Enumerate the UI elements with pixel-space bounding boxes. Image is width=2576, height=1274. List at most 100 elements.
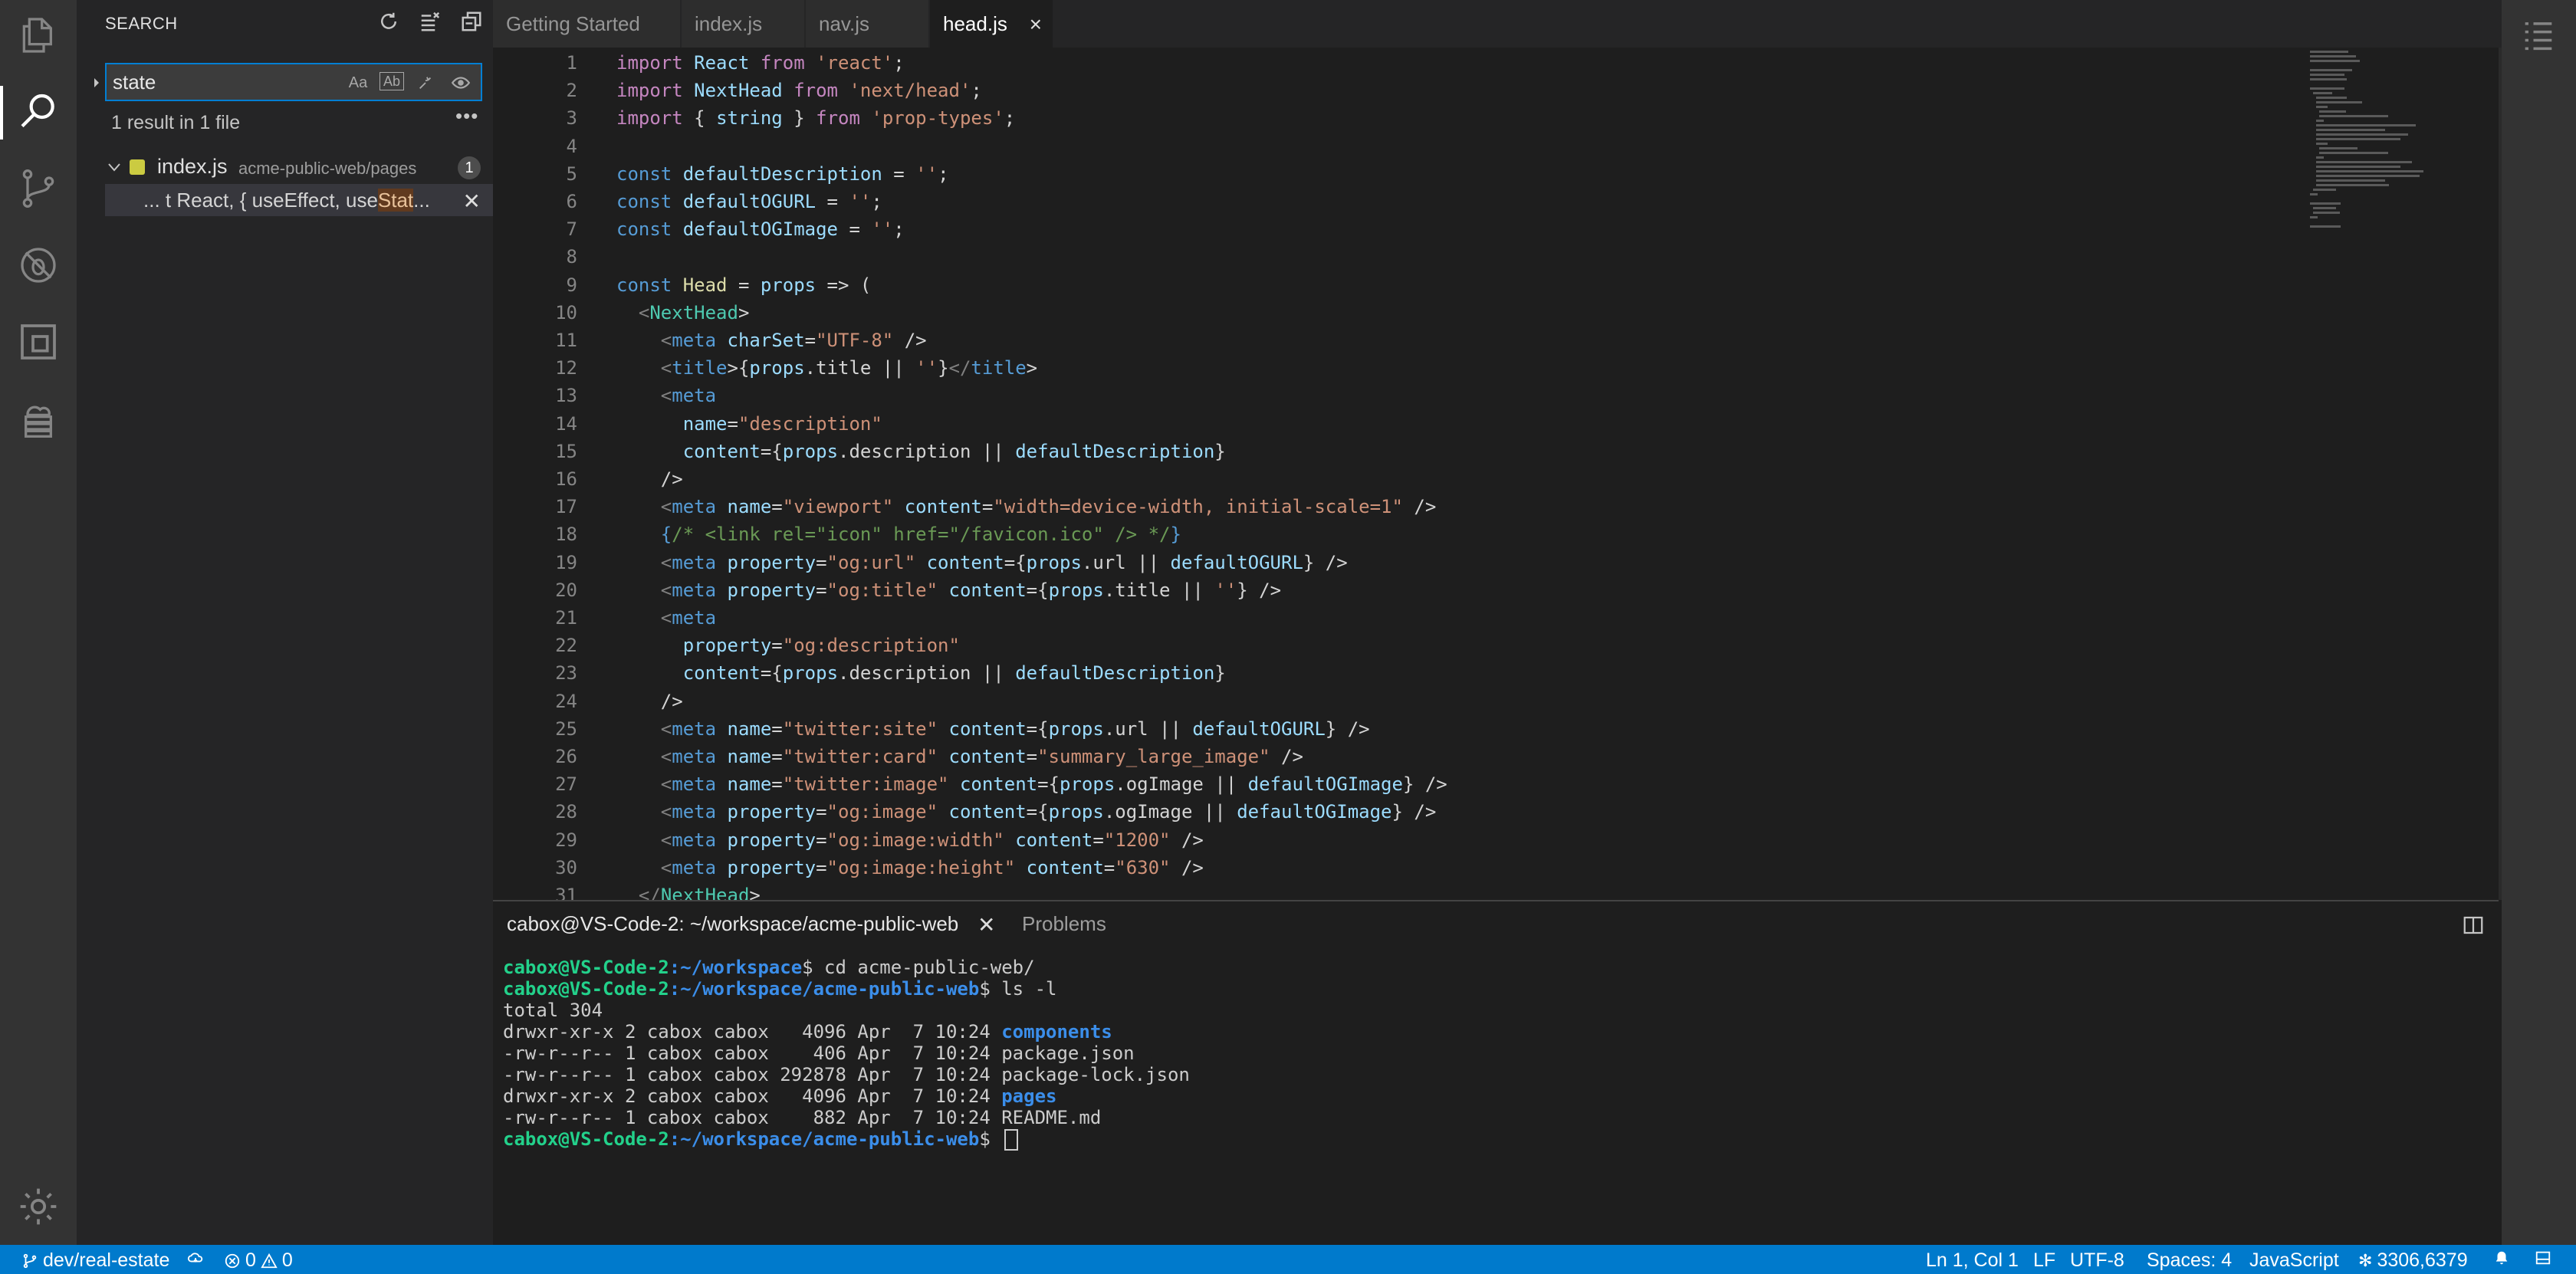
- code-text: <meta name="twitter:image" content={prop…: [660, 773, 1447, 796]
- dismiss-match-icon[interactable]: ✕: [463, 189, 481, 214]
- sync-indicator[interactable]: [187, 1249, 204, 1266]
- code-line[interactable]: 2 import NextHead from 'next/head';: [493, 77, 2486, 104]
- code-line[interactable]: 18 {/* <link rel="icon" href="/favicon.i…: [493, 520, 2486, 548]
- code-line[interactable]: 23 content={props.description || default…: [493, 659, 2486, 687]
- indentation[interactable]: Spaces: 4: [2147, 1249, 2232, 1272]
- match-whole-word-icon[interactable]: Ab: [380, 72, 404, 90]
- code-line[interactable]: 25 <meta name="twitter:site" content={pr…: [493, 715, 2486, 743]
- clear-results-icon[interactable]: [415, 6, 445, 37]
- refresh-icon[interactable]: [373, 6, 404, 37]
- close-terminal-tab-icon[interactable]: ✕: [978, 912, 995, 937]
- encoding[interactable]: UTF-8: [2070, 1249, 2124, 1272]
- result-file-row[interactable]: index.js acme-public-web/pages 1: [105, 152, 493, 182]
- files-icon[interactable]: [15, 12, 61, 58]
- tab-head-js[interactable]: head.js ×: [930, 0, 1053, 48]
- code-line[interactable]: 22 property="og:description": [493, 632, 2486, 659]
- port-indicator[interactable]: ✻ 3306,6379: [2358, 1249, 2468, 1272]
- code-line[interactable]: 9 const Head = props => (: [493, 271, 2486, 299]
- tab-index-js[interactable]: index.js: [682, 0, 804, 48]
- extensions-icon[interactable]: [15, 319, 61, 365]
- code-line[interactable]: 26 <meta name="twitter:card" content="su…: [493, 743, 2486, 770]
- outline-list-icon[interactable]: [2518, 15, 2558, 55]
- code-line[interactable]: 24 />: [493, 688, 2486, 715]
- code-line[interactable]: 29 <meta property="og:image:width" conte…: [493, 826, 2486, 854]
- code-line[interactable]: 20 <meta property="og:title" content={pr…: [493, 576, 2486, 604]
- code-text: <meta property="og:image" content={props…: [660, 801, 1437, 823]
- toggle-panel-icon[interactable]: [2535, 1249, 2551, 1266]
- code-line[interactable]: 8: [493, 243, 2486, 271]
- code-line[interactable]: 13 <meta: [493, 382, 2486, 409]
- match-text: ... t React, { useEffect, useStat...: [143, 189, 430, 212]
- branch-indicator[interactable]: dev/real-estate: [21, 1249, 169, 1272]
- split-terminal-icon[interactable]: [2462, 914, 2485, 937]
- terminal-panel: cabox@VS-Code-2: ~/workspace/acme-public…: [493, 900, 2499, 1245]
- code-line[interactable]: 16 />: [493, 465, 2486, 493]
- code-line[interactable]: 5 const defaultDescription = '';: [493, 160, 2486, 188]
- cursor-position[interactable]: Ln 1, Col 1: [1926, 1249, 2019, 1272]
- tab-problems[interactable]: Problems: [1022, 912, 1106, 936]
- notifications-bell-icon[interactable]: [2493, 1249, 2510, 1266]
- terminal-line[interactable]: cabox@VS-Code-2:~/workspace/acme-public-…: [503, 1128, 1019, 1151]
- match-case-icon[interactable]: Aa: [344, 72, 372, 94]
- code-line[interactable]: 3 import { string } from 'prop-types';: [493, 104, 2486, 132]
- code-line[interactable]: 15 content={props.description || default…: [493, 438, 2486, 465]
- toggle-replace-chevron-icon[interactable]: [87, 74, 106, 92]
- tab-label: head.js: [943, 11, 1007, 35]
- code-line[interactable]: 30 <meta property="og:image:height" cont…: [493, 854, 2486, 882]
- code-line[interactable]: 1 import React from 'react';: [493, 49, 2486, 77]
- close-tab-icon[interactable]: ×: [1030, 12, 1042, 37]
- language-mode[interactable]: JavaScript: [2249, 1249, 2339, 1272]
- line-number: 19: [555, 551, 577, 573]
- code-line[interactable]: 10 <NextHead>: [493, 299, 2486, 327]
- terminal-cursor: [1004, 1129, 1019, 1151]
- line-number: 1: [566, 52, 577, 74]
- remote-explorer-icon[interactable]: [15, 396, 61, 442]
- code-text: const Head = props => (: [616, 274, 872, 296]
- command: $: [979, 1128, 1002, 1150]
- chevron-down-icon[interactable]: [105, 158, 123, 176]
- code-text: content={props.description || defaultDes…: [682, 440, 1226, 462]
- code-line[interactable]: 21 <meta: [493, 604, 2486, 632]
- code-line[interactable]: 4: [493, 133, 2486, 160]
- source-control-icon[interactable]: [15, 166, 61, 212]
- code-line[interactable]: 27 <meta name="twitter:image" content={p…: [493, 770, 2486, 798]
- code-text: <meta property="og:title" content={props…: [660, 579, 1282, 601]
- tab-nav-js[interactable]: nav.js: [806, 0, 928, 48]
- search-input[interactable]: [113, 71, 335, 94]
- listing-meta: -rw-r--r-- 1 cabox cabox 406 Apr 7 10:24: [503, 1043, 1002, 1064]
- use-regex-icon[interactable]: [412, 72, 439, 94]
- code-line[interactable]: 17 <meta name="viewport" content="width=…: [493, 493, 2486, 520]
- result-count-badge: 1: [458, 156, 481, 179]
- code-line[interactable]: 6 const defaultOGURL = '';: [493, 188, 2486, 215]
- code-line[interactable]: 12 <title>{props.title || ''}</title>: [493, 354, 2486, 382]
- preserve-view-eye-icon[interactable]: [447, 72, 475, 94]
- collapse-all-icon[interactable]: [456, 6, 487, 37]
- status-bar: dev/real-estate 0 0 Ln 1, Col 1 LF UTF-8…: [0, 1245, 2576, 1274]
- coords-text: 3306,6379: [2377, 1249, 2468, 1271]
- debug-icon[interactable]: [15, 242, 61, 288]
- search-icon[interactable]: [15, 89, 61, 135]
- code-text: import NextHead from 'next/head';: [616, 80, 982, 102]
- code-line[interactable]: 14 name="description": [493, 410, 2486, 438]
- code-line[interactable]: 7 const defaultOGImage = '';: [493, 215, 2486, 243]
- code-line[interactable]: 19 <meta property="og:url" content={prop…: [493, 549, 2486, 576]
- search-sidebar: SEARCH Aa Ab 1 result in 1 file ••• inde…: [77, 0, 493, 1245]
- code-editor[interactable]: 1 import React from 'react'; 2 import NextH…: [493, 48, 2499, 900]
- code-line[interactable]: 11 <meta charSet="UTF-8" />: [493, 327, 2486, 354]
- line-ending[interactable]: LF: [2033, 1249, 2055, 1272]
- code-line[interactable]: 28 <meta property="og:image" content={pr…: [493, 798, 2486, 826]
- settings-gear-icon[interactable]: [15, 1184, 61, 1230]
- problems-indicator[interactable]: 0 0: [224, 1249, 293, 1272]
- minimap[interactable]: [2302, 48, 2486, 354]
- tab-getting-started[interactable]: Getting Started: [493, 0, 680, 48]
- code-line[interactable]: 31 </NextHead>: [493, 882, 2486, 900]
- line-number: 16: [555, 468, 577, 490]
- code-text: <title>{props.title || ''}</title>: [660, 357, 1038, 379]
- sidebar-title: SEARCH: [105, 14, 178, 33]
- more-actions-icon[interactable]: •••: [455, 104, 478, 128]
- result-match-row[interactable]: ... t React, { useEffect, useStat... ✕: [105, 184, 493, 216]
- line-number: 31: [555, 885, 577, 900]
- listing-meta: -rw-r--r-- 1 cabox cabox 882 Apr 7 10:24: [503, 1107, 1002, 1128]
- tab-terminal[interactable]: cabox@VS-Code-2: ~/workspace/acme-public…: [507, 912, 958, 936]
- match-suffix: ...: [413, 189, 430, 212]
